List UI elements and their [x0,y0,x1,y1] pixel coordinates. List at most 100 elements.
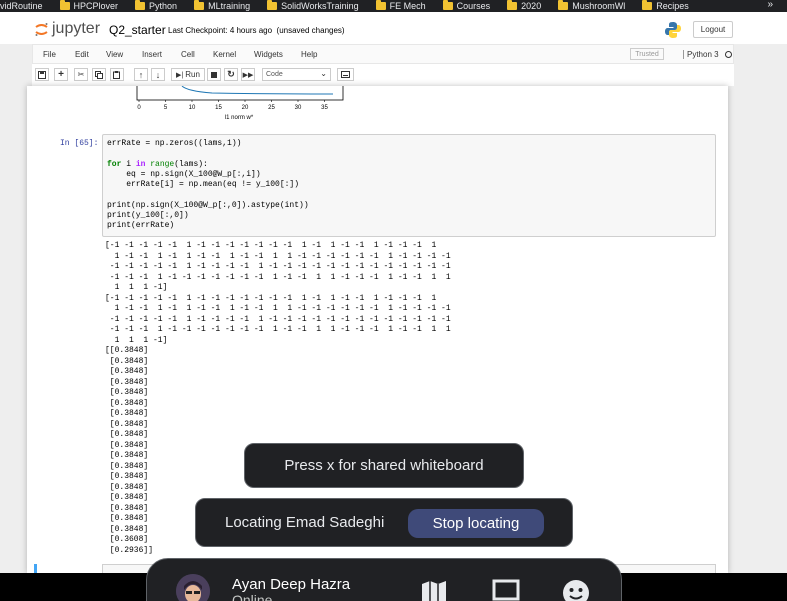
move-up-button[interactable]: ↑ [134,68,148,81]
output-line: [0.3848] [105,503,149,513]
code-keyword: for [107,160,122,169]
bookmark-2020[interactable]: 2020 [507,0,541,11]
bookmark-recipes[interactable]: Recipes [642,0,689,11]
menu-view[interactable]: View [106,50,123,59]
insert-cell-button[interactable]: + [54,68,68,81]
output-line: -1 -1 -1 -1 -1 1 -1 -1 -1 -1 1 -1 -1 -1 … [105,314,451,324]
output-line: [-1 -1 -1 -1 -1 1 -1 -1 -1 -1 -1 -1 -1 1… [105,241,437,250]
code-line: errRate[i] = np.mean(eq != y_100[:]) [107,180,300,189]
output-line: [0.3848] [105,493,149,502]
bookmark-label: MushroomWl [572,1,626,11]
paste-icon [113,70,120,79]
cell-type-select[interactable]: Code ⌄ [262,68,331,81]
plot-x-ticks: 0 5 10 15 20 25 30 35 [137,100,328,111]
call-panel: Ayan Deep Hazra Online [146,558,622,601]
menu-cell[interactable]: Cell [181,50,195,59]
chevron-down-icon: ⌄ [320,69,327,78]
bookmark-label: Python [149,1,178,11]
jupyter-logo-icon[interactable] [34,22,49,37]
output-line: -1 -1 -1 1 -1 -1 -1 -1 -1 -1 -1 1 -1 -1 … [105,272,451,282]
checkpoint-status: Last Checkpoint: 4 hours ago (unsaved ch… [168,26,345,35]
selected-cell-indicator [34,564,37,573]
move-down-button[interactable]: ↓ [151,68,165,81]
code-line: for i in range(lams): [107,160,208,170]
whiteboard-hint: Press x for shared whiteboard [244,443,524,488]
run-button[interactable]: ▶| Run [171,68,205,81]
bookmark-hpcplover[interactable]: HPCPlover [59,0,118,11]
menu-insert[interactable]: Insert [142,50,162,59]
avatar-image-icon [176,574,210,601]
output-line: 1 -1 -1 1 -1 1 -1 -1 1 -1 -1 1 1 -1 -1 -… [105,304,451,313]
output-line: [0.3848] [105,482,149,492]
bookmark-python[interactable]: Python [135,0,178,11]
cut-button[interactable]: ✂ [74,68,88,81]
output-line: [-1 -1 -1 -1 -1 1 -1 -1 -1 -1 -1 -1 -1 1… [105,293,437,303]
bookmark-mltraining[interactable]: MLtraining [194,0,250,11]
kernel-idle-indicator-icon [725,51,732,58]
output-line: [0.3608] [105,535,149,544]
output-line: [0.3848] [105,419,149,429]
folder-icon [642,0,653,10]
output-line: [0.3848] [105,398,149,408]
kernel-name: Python 3 [683,50,719,59]
save-icon [38,70,46,79]
output-line: [0.3848] [105,409,149,418]
menu-widgets[interactable]: Widgets [254,50,283,59]
screen-share-icon[interactable] [491,577,521,601]
copy-button[interactable] [92,68,106,81]
folder-icon [267,0,278,10]
bookmarks-more-button[interactable]: » [767,0,773,10]
plot-output: 0 5 10 15 20 25 30 35 l1 norm w* [136,86,344,121]
menu-edit[interactable]: Edit [75,50,89,59]
map-icon[interactable] [419,577,449,601]
bookmark-mushroom[interactable]: MushroomWl [558,0,626,11]
avatar[interactable] [176,574,210,601]
interrupt-button[interactable] [207,68,221,81]
plot-x-tick-label: 5 [164,105,168,111]
code-text: i [121,160,136,169]
plot-x-tick-label: 15 [215,105,222,111]
arrow-up-icon: ↑ [138,69,144,80]
output-line: [0.3848] [105,440,149,450]
bookmarks-bar: vidRoutine HPCPlover Python MLtraining S… [0,0,787,12]
restart-button[interactable]: ↻ [224,68,238,81]
folder-icon [135,0,146,10]
locating-text: Locating Emad Sadeghi [225,514,385,531]
restart-run-all-button[interactable]: ▶▶ [241,68,255,81]
jupyter-brand[interactable]: jupyter [52,20,100,38]
plot-x-tick-label: 10 [189,105,196,111]
code-text: (lams): [174,160,208,169]
bookmark-vidroutine[interactable]: vidRoutine [0,1,43,11]
output-line: [0.3848] [105,514,149,523]
emoji-icon[interactable] [561,577,591,601]
folder-icon [194,0,205,10]
bookmark-solidworks[interactable]: SolidWorksTraining [267,0,359,11]
unsaved-indicator: (unsaved changes) [276,26,345,35]
bookmark-courses[interactable]: Courses [442,0,490,11]
jupyter-header: jupyter Q2_starter Last Checkpoint: 4 ho… [0,12,787,44]
code-line: eq = np.sign(X_100@W_p[:,i]) [107,170,261,179]
bookmark-femech[interactable]: FE Mech [375,0,426,11]
code-line: print(y_100[:,0]) [107,211,189,220]
menu-help[interactable]: Help [301,50,317,59]
command-palette-button[interactable] [337,68,354,81]
plot-x-tick-label: 0 [137,105,141,111]
menu-file[interactable]: File [43,50,56,59]
checkpoint-text: Last Checkpoint: 4 hours ago [168,26,273,35]
stop-icon [211,71,217,78]
folder-icon [507,0,518,10]
folder-icon [558,0,569,10]
logout-button[interactable]: Logout [693,21,733,38]
save-button[interactable] [35,68,49,81]
step-forward-icon: ▶| [176,71,184,79]
trusted-indicator[interactable]: Trusted [630,48,664,60]
notebook-title[interactable]: Q2_starter [109,23,166,37]
copy-icon [95,70,103,79]
paste-button[interactable] [110,68,124,81]
stop-locating-button[interactable]: Stop locating [408,509,544,538]
output-line: [0.2936]] [105,545,154,555]
code-cell-input[interactable]: errRate = np.zeros((lams,1)) for i in ra… [102,134,716,237]
output-line: [0.3848] [105,388,149,397]
menu-kernel[interactable]: Kernel [213,50,236,59]
scissors-icon: ✂ [77,70,85,79]
